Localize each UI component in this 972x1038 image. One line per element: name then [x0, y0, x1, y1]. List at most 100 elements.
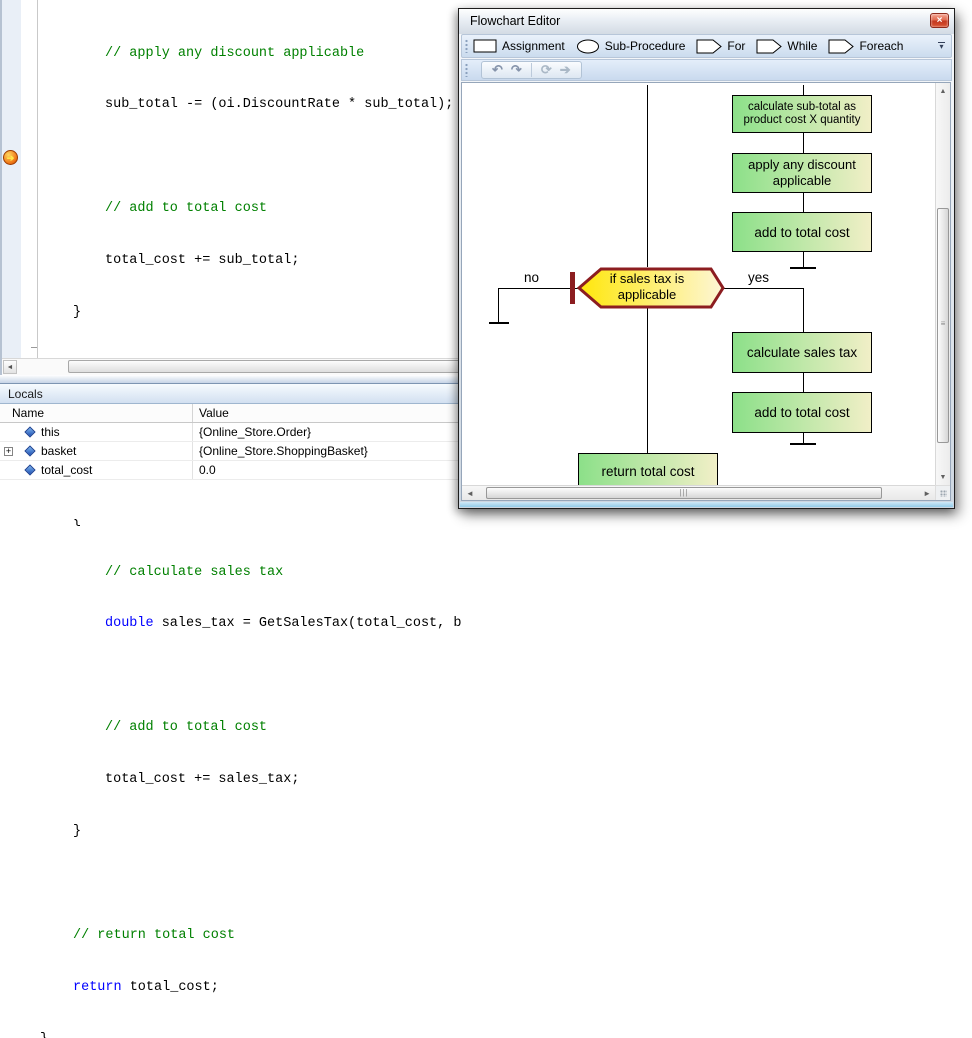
flowchart-editor-window: Flowchart Editor × Assignment Sub-Proced… [458, 8, 955, 509]
variable-name: this [41, 425, 60, 439]
flow-node-add-to-total[interactable]: add to total cost [732, 212, 872, 252]
node-label: calculate sales tax [746, 345, 858, 360]
pentagon-shape-icon [756, 39, 783, 53]
locals-row[interactable]: + basket {Online_Store.ShoppingBasket} [0, 442, 460, 461]
code-text-span: } [73, 823, 82, 839]
scroll-down-icon: ▼ [939, 474, 947, 481]
variable-name: basket [41, 444, 77, 458]
scroll-left-icon: ◄ [6, 364, 14, 371]
code-text-span: } [40, 1032, 48, 1038]
code-line: sub_total -= (oi.DiscountRate * sub_tota… [40, 96, 461, 113]
node-label: apply any discount [748, 157, 856, 172]
flow-node-calculate-sales-tax[interactable]: calculate sales tax [732, 332, 872, 373]
locals-value-cell: 0.0 [193, 461, 460, 479]
variable-name: total_cost [41, 463, 93, 477]
flow-node-calculate-subtotal[interactable]: calculate sub-total as product cost X qu… [732, 95, 872, 133]
toolbar-overflow-button[interactable]: ▾ [935, 42, 948, 51]
pane-separator[interactable] [0, 375, 460, 384]
code-line: // add to total cost [40, 719, 461, 736]
code-line: // add to total cost [40, 200, 461, 217]
expand-toggle[interactable]: + [4, 446, 13, 456]
rectangle-shape-icon [473, 39, 497, 53]
tool-sub-procedure[interactable]: Sub-Procedure [576, 39, 685, 54]
terminator-cap [790, 443, 816, 445]
undo-icon: ↶ [492, 62, 503, 77]
toolbar-divider [530, 63, 532, 77]
terminator-cap [489, 322, 509, 324]
window-titlebar[interactable]: Flowchart Editor [459, 9, 954, 34]
flow-node-return-total[interactable]: return total cost [578, 453, 718, 485]
flowchart-canvas[interactable]: calculate sub-total as product cost X qu… [462, 83, 935, 485]
locals-row[interactable]: total_cost 0.0 [0, 461, 460, 480]
window-title: Flowchart Editor [470, 14, 561, 28]
flow-node-add-to-total-2[interactable]: add to total cost [732, 392, 872, 433]
code-text[interactable]: // apply any discount applicable sub_tot… [40, 10, 461, 1038]
forward-arrow-icon: ➔ [559, 62, 571, 77]
tool-assignment[interactable]: Assignment [473, 39, 565, 53]
column-header-value[interactable]: Value [193, 404, 460, 422]
tool-label: While [787, 39, 818, 53]
flow-node-apply-discount[interactable]: apply any discount applicable [732, 153, 872, 193]
shape-toolbar: Assignment Sub-Procedure For While Forea… [461, 34, 952, 58]
scroll-left-button[interactable]: ◄ [3, 360, 17, 374]
locals-row[interactable]: this {Online_Store.Order} [0, 423, 460, 442]
refresh-button[interactable]: ⟳ [541, 62, 552, 78]
undo-button[interactable]: ↶ [492, 62, 503, 78]
column-header-name[interactable]: Name [0, 404, 193, 422]
code-keyword: return [73, 979, 122, 995]
tool-label: Assignment [502, 39, 565, 53]
current-statement-icon: ➔ [3, 150, 18, 165]
scroll-left-button[interactable]: ◄ [466, 489, 474, 498]
locals-name-cell: this [0, 423, 193, 441]
toolbar-grip-handle[interactable] [465, 39, 468, 53]
arrow-right-icon: ➔ [6, 153, 15, 163]
window-bottom-frame [460, 502, 953, 507]
locals-value-cell: {Online_Store.Order} [193, 423, 460, 441]
code-line: // return total cost [40, 927, 461, 944]
variable-icon [24, 445, 36, 457]
toolbar-grip-handle[interactable] [465, 63, 468, 77]
scroll-up-button[interactable]: ▲ [936, 88, 950, 95]
code-line: // calculate sales tax [40, 564, 461, 581]
close-button[interactable]: × [930, 13, 949, 28]
flowchart-vertical-scrollbar[interactable]: ▲ ≡ ▼ [935, 83, 950, 485]
flowchart-horizontal-scrollbar[interactable]: ◄ ||| ► [462, 485, 935, 500]
code-line: double sales_tax = GetSalesTax(total_cos… [40, 615, 461, 632]
scrollbar-thumb[interactable]: ≡ [937, 208, 949, 443]
flowchart-canvas-area: calculate sub-total as product cost X qu… [461, 82, 951, 501]
forward-button[interactable]: ➔ [560, 62, 571, 78]
code-line: } [40, 823, 461, 840]
edit-button-group: ↶ ↷ ⟳ ➔ [481, 61, 582, 79]
code-horizontal-scrollbar[interactable]: ◄ [2, 358, 460, 375]
tool-for[interactable]: For [696, 39, 745, 54]
resize-grip-dots [940, 490, 947, 497]
tool-while[interactable]: While [756, 39, 817, 54]
locals-column-headers: Name Value [0, 404, 460, 423]
breakpoint-gutter[interactable] [2, 0, 21, 358]
code-line: total_cost += sales_tax; [40, 771, 461, 788]
terminator-cap [790, 267, 816, 269]
tool-foreach[interactable]: Foreach [828, 39, 903, 54]
refresh-icon: ⟳ [540, 62, 552, 77]
redo-button[interactable]: ↷ [511, 62, 522, 78]
code-line: return total_cost; [40, 979, 461, 996]
node-label: applicable [772, 173, 832, 188]
variable-icon [24, 426, 36, 438]
resize-grip[interactable] [935, 485, 950, 500]
connector-line [647, 85, 648, 267]
node-label: product cost X quantity [743, 114, 861, 126]
code-editor-pane[interactable]: ➔ // apply any discount applicable sub_t… [0, 0, 461, 1038]
code-comment: // apply any discount applicable [105, 45, 365, 61]
code-text-span: total_cost += sales_tax; [105, 772, 300, 788]
branch-label-yes: yes [748, 270, 770, 285]
code-keyword: double [105, 616, 154, 632]
scrollbar-thumb[interactable] [68, 360, 460, 373]
scroll-right-button[interactable]: ► [923, 489, 931, 498]
scrollbar-thumb[interactable]: ||| [486, 487, 882, 499]
node-label: add to total cost [754, 405, 850, 420]
code-comment: // calculate sales tax [105, 564, 284, 580]
variable-icon [24, 464, 36, 476]
redo-icon: ↷ [510, 62, 522, 77]
scroll-down-button[interactable]: ▼ [936, 474, 950, 481]
